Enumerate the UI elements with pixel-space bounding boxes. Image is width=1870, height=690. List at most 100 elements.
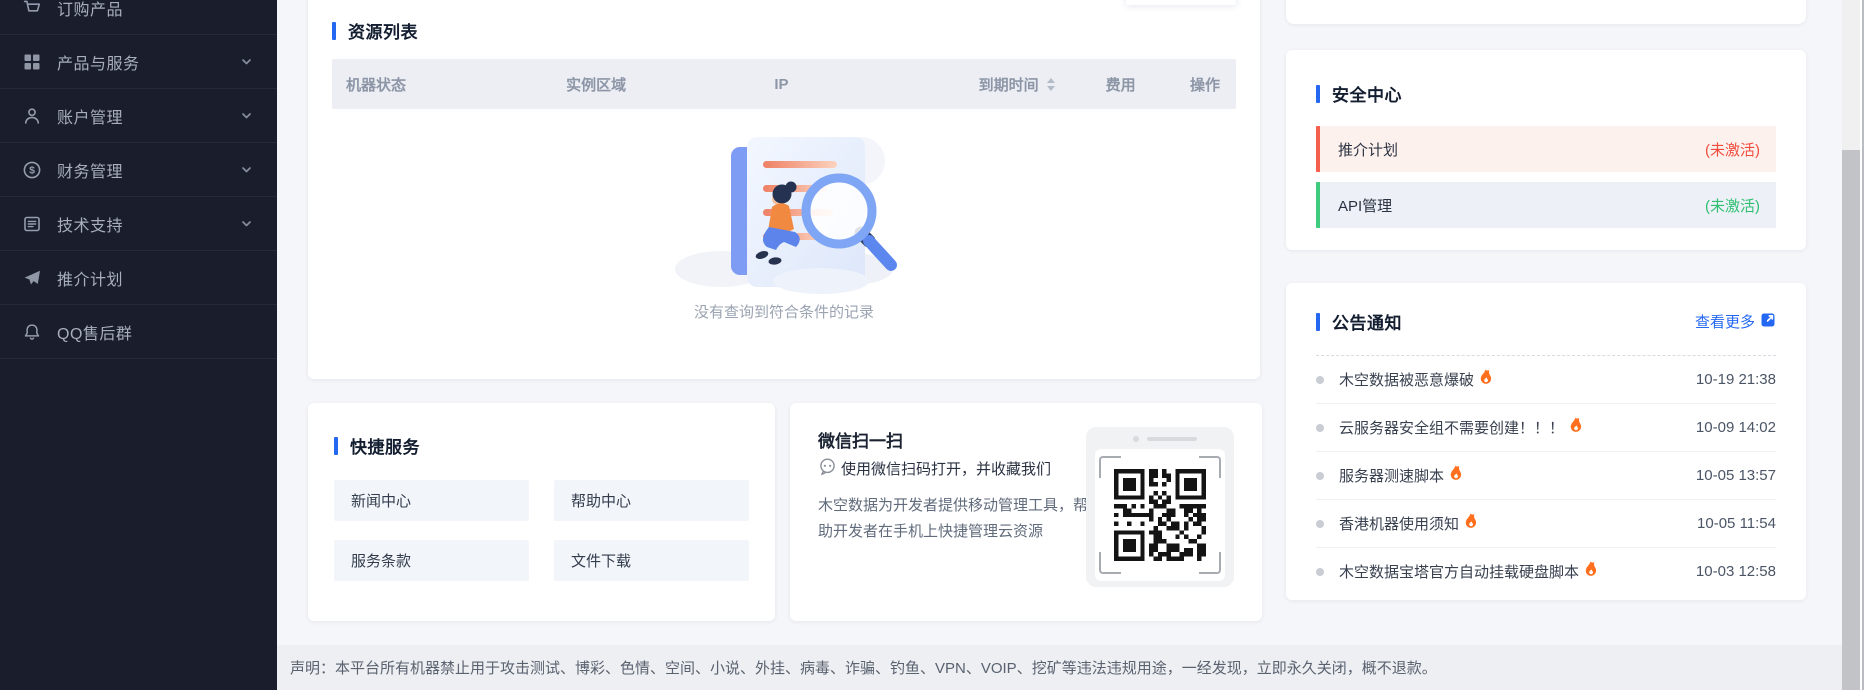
scrollbar-thumb[interactable] — [1842, 150, 1860, 690]
quick-link-button[interactable]: 服务条款 — [334, 540, 529, 581]
column-header-label: 操作 — [1190, 74, 1220, 95]
empty-state: 没有查询到符合条件的记录 — [332, 119, 1236, 322]
quick-panel-header: 快捷服务 — [334, 403, 749, 458]
column-header: 到期时间 — [965, 74, 1092, 95]
security-panel-header: 安全中心 — [1316, 50, 1776, 106]
sidebar-item-finance[interactable]: $ 财务管理 — [0, 143, 277, 197]
sidebar-item-promote[interactable]: 推介计划 — [0, 251, 277, 305]
announcement-row[interactable]: 木空数据宝塔官方自动挂载硬盘脚本 10-03 12:58 — [1316, 548, 1776, 595]
quick-link-button[interactable]: 新闻中心 — [334, 480, 529, 521]
column-header-label: IP — [774, 76, 788, 93]
column-header: IP — [760, 76, 964, 93]
bullet-dot-icon — [1316, 472, 1324, 480]
bullet-dot-icon — [1316, 376, 1324, 384]
view-more-label: 查看更多 — [1695, 311, 1755, 332]
announcement-title: 香港机器使用须知 — [1339, 513, 1459, 534]
sidebar-item-label: 推介计划 — [57, 266, 253, 290]
sort-toggle-icon[interactable] — [1047, 78, 1055, 91]
sidebar-item-label: 产品与服务 — [57, 50, 240, 74]
announcement-row[interactable]: 木空数据被恶意爆破 10-19 21:38 — [1316, 356, 1776, 404]
security-row-status: (未激活) — [1705, 195, 1760, 216]
announcement-title: 服务器测速脚本 — [1339, 465, 1444, 486]
column-header-label: 实例区域 — [566, 74, 626, 95]
announcement-title: 云服务器安全组不需要创建！！！ — [1339, 417, 1564, 438]
quick-link-button[interactable]: 帮助中心 — [554, 480, 749, 521]
flame-icon — [1582, 561, 1598, 578]
sidebar-item-cart[interactable]: 订购产品 — [0, 0, 277, 35]
accent-bar — [1316, 313, 1320, 331]
announcements-header: 公告通知 查看更多 — [1316, 283, 1776, 334]
sidebar-menu: 订购产品 产品与服务 账户管理 $ 财务管理 技术支持 推介计划 — [0, 0, 277, 359]
sidebar-item-support[interactable]: 技术支持 — [0, 197, 277, 251]
sidebar-item-label: 财务管理 — [57, 158, 240, 182]
wechat-text-block: 微信扫一扫 使用微信扫码打开，并收藏我们 木空数据为开发者提供移动管理工具，帮助… — [818, 427, 1076, 597]
disclaimer-text: 声明：本平台所有机器禁止用于攻击测试、博彩、色情、空间、小说、外挂、病毒、诈骗、… — [290, 657, 1437, 678]
main-content: 资源列表 创建实例 机器状态 实例区域 IP 到期时间 费用操作 — [277, 0, 1842, 690]
announcement-date: 10-09 14:02 — [1696, 419, 1776, 436]
sidebar-item-bell[interactable]: QQ售后群 — [0, 305, 277, 359]
resource-table-header: 机器状态 实例区域 IP 到期时间 费用操作 — [332, 59, 1236, 109]
column-header-label: 机器状态 — [346, 74, 406, 95]
accent-bar — [334, 437, 338, 455]
chevron-down-icon — [240, 217, 253, 230]
announcement-row[interactable]: 云服务器安全组不需要创建！！！ 10-09 14:02 — [1316, 404, 1776, 452]
accent-bar — [1316, 85, 1320, 103]
quick-link-button[interactable]: 文件下载 — [554, 540, 749, 581]
announcement-row[interactable]: 服务器测速脚本 10-05 13:57 — [1316, 452, 1776, 500]
scrollbar-track[interactable] — [1842, 0, 1860, 690]
sidebar-item-user[interactable]: 账户管理 — [0, 89, 277, 143]
column-header-label: 到期时间 — [979, 74, 1039, 95]
external-link-icon — [1761, 312, 1776, 331]
announcement-date: 10-03 12:58 — [1696, 563, 1776, 580]
sidebar-item-grid[interactable]: 产品与服务 — [0, 35, 277, 89]
wechat-panel: 微信扫一扫 使用微信扫码打开，并收藏我们 木空数据为开发者提供移动管理工具，帮助… — [790, 403, 1262, 621]
quick-services-panel: 快捷服务 新闻中心帮助中心服务条款文件下载 — [308, 403, 775, 621]
footer-disclaimer-bar: 声明：本平台所有机器禁止用于攻击测试、博彩、色情、空间、小说、外挂、病毒、诈骗、… — [277, 645, 1842, 690]
security-rows: 推介计划 (未激活) API管理 (未激活) — [1316, 126, 1776, 228]
resource-list-panel: 资源列表 创建实例 机器状态 实例区域 IP 到期时间 费用操作 — [308, 0, 1260, 379]
panel-title: 资源列表 — [348, 18, 418, 43]
security-row-status: (未激活) — [1705, 139, 1760, 160]
cart-icon — [22, 0, 42, 18]
chevron-down-icon — [240, 109, 253, 122]
security-row[interactable]: API管理 (未激活) — [1316, 182, 1776, 228]
bell-icon — [22, 322, 42, 342]
window-border-line — [1862, 0, 1864, 690]
phone-camera-dot — [1133, 436, 1139, 442]
announcement-date: 10-05 11:54 — [1697, 515, 1776, 532]
wechat-title: 微信扫一扫 — [818, 427, 1076, 452]
view-more-link[interactable]: 查看更多 — [1695, 311, 1776, 332]
bullet-dot-icon — [1316, 424, 1324, 432]
announcement-date: 10-19 21:38 — [1696, 371, 1776, 388]
flame-icon — [1477, 369, 1493, 386]
column-header: 费用 — [1092, 74, 1176, 95]
sidebar-item-label: 订购产品 — [57, 0, 253, 20]
column-header: 实例区域 — [552, 74, 760, 95]
chat-bubble-icon — [818, 457, 837, 480]
sidebar-item-label: 技术支持 — [57, 212, 240, 236]
panel-title: 公告通知 — [1332, 309, 1402, 334]
qr-viewfinder — [1099, 456, 1221, 574]
wechat-subtitle: 使用微信扫码打开，并收藏我们 — [841, 458, 1051, 479]
qr-code — [1114, 469, 1206, 561]
announcement-title: 木空数据宝塔官方自动挂载硬盘脚本 — [1339, 561, 1579, 582]
promote-icon — [22, 268, 42, 288]
announcement-title: 木空数据被恶意爆破 — [1339, 369, 1474, 390]
phone-speaker-pill — [1147, 437, 1197, 441]
quick-links-grid: 新闻中心帮助中心服务条款文件下载 — [334, 480, 749, 581]
panel-title: 安全中心 — [1332, 81, 1402, 106]
dashboard-page: 订购产品 产品与服务 账户管理 $ 财务管理 技术支持 推介计划 — [0, 0, 1870, 690]
announcement-row[interactable]: 香港机器使用须知 10-05 11:54 — [1316, 500, 1776, 548]
finance-icon: $ — [22, 160, 42, 180]
support-icon — [22, 214, 42, 234]
flame-icon — [1447, 465, 1463, 482]
window-edge — [1860, 0, 1870, 690]
phone-screen — [1095, 449, 1225, 581]
panel-title: 快捷服务 — [350, 433, 420, 458]
announcement-list: 木空数据被恶意爆破 10-19 21:38 云服务器安全组不需要创建！！！ 10… — [1316, 356, 1776, 595]
flame-icon — [1462, 513, 1478, 530]
security-row[interactable]: 推介计划 (未激活) — [1316, 126, 1776, 172]
create-instance-button[interactable]: 创建实例 — [1126, 0, 1236, 5]
empty-state-text: 没有查询到符合条件的记录 — [332, 301, 1236, 322]
column-header: 机器状态 — [332, 74, 552, 95]
